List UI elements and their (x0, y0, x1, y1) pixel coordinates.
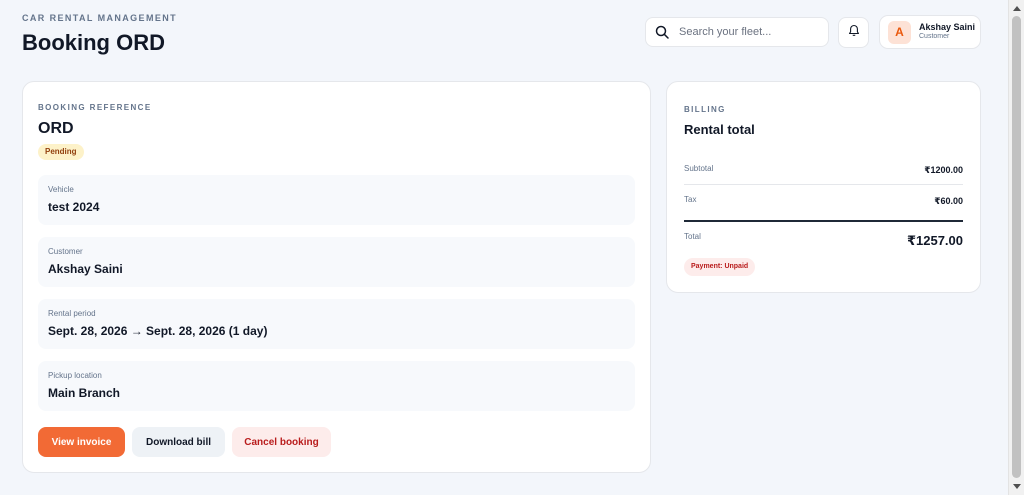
page-title: Booking ORD (22, 30, 165, 55)
total-value: ₹1257.00 (906, 233, 963, 248)
tax-label: Tax (684, 195, 697, 204)
vehicle-field: Vehicle test 2024 (38, 175, 635, 225)
rental-period-field: Rental period Sept. 28, 2026 → Sept. 28,… (38, 299, 635, 349)
view-invoice-button[interactable]: View invoice (38, 427, 125, 457)
billing-card: BILLING Rental total Subtotal ₹1200.00 T… (666, 81, 981, 293)
scroll-down-arrow-icon[interactable] (1013, 484, 1021, 489)
subtotal-value: ₹1200.00 (924, 165, 963, 175)
total-label: Total (684, 232, 701, 241)
rental-period-label: Rental period (48, 309, 96, 318)
notifications-button[interactable] (838, 17, 869, 48)
search-box[interactable] (645, 17, 829, 47)
app-label: CAR RENTAL MANAGEMENT (22, 13, 178, 23)
search-icon (655, 25, 669, 39)
booking-card: BOOKING REFERENCE ORD Pending Vehicle te… (22, 81, 651, 473)
download-bill-button[interactable]: Download bill (132, 427, 225, 457)
status-badge: Pending (38, 144, 84, 160)
bell-icon (848, 24, 860, 42)
scrollbar[interactable] (1008, 0, 1024, 495)
avatar: A (888, 20, 911, 44)
payment-status-badge: Payment: Unpaid (684, 258, 756, 276)
customer-value: Akshay Saini (48, 262, 123, 276)
tax-value: ₹60.00 (934, 196, 963, 206)
total-divider (684, 220, 963, 222)
booking-reference-label: BOOKING REFERENCE (38, 103, 152, 112)
billing-label: BILLING (684, 105, 726, 114)
pickup-location-field: Pickup location Main Branch (38, 361, 635, 411)
vehicle-value: test 2024 (48, 200, 100, 214)
booking-reference-value: ORD (38, 120, 74, 137)
customer-label: Customer (48, 247, 83, 256)
vehicle-label: Vehicle (48, 185, 74, 194)
customer-field: Customer Akshay Saini (38, 237, 635, 287)
subtotal-label: Subtotal (684, 164, 714, 173)
scroll-up-arrow-icon[interactable] (1013, 6, 1021, 11)
cancel-booking-button[interactable]: Cancel booking (232, 427, 331, 457)
search-input[interactable] (677, 25, 821, 39)
user-menu[interactable]: A Akshay Saini Customer (879, 15, 981, 49)
user-role: Customer (919, 33, 950, 41)
pickup-location-value: Main Branch (48, 386, 121, 400)
user-name: Akshay Saini (919, 22, 976, 33)
pickup-location-label: Pickup location (48, 371, 102, 380)
scrollbar-thumb[interactable] (1012, 16, 1021, 478)
divider (684, 184, 963, 185)
rental-period-value: Sept. 28, 2026 → Sept. 28, 2026 (1 day) (48, 324, 268, 338)
billing-title: Rental total (684, 122, 755, 137)
